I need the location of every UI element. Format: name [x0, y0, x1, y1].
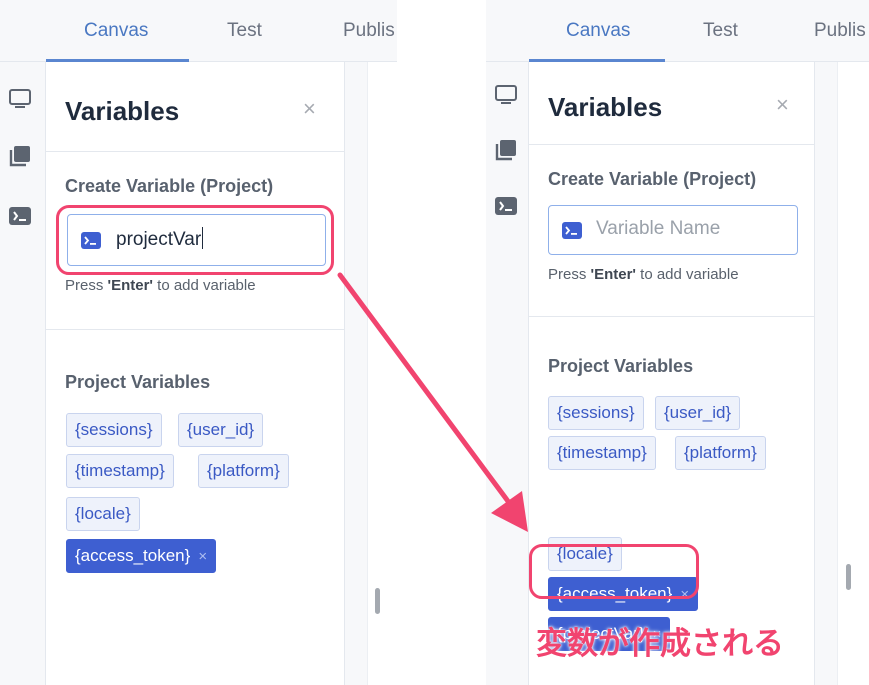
canvas-surface	[837, 62, 869, 685]
tab-canvas[interactable]: Canvas	[566, 0, 630, 62]
canvas-area	[815, 62, 869, 685]
create-variable-label: Create Variable (Project)	[548, 169, 757, 189]
divider	[529, 144, 814, 145]
input-highlight-outline	[56, 205, 334, 275]
variable-chip[interactable]: {sessions}	[66, 413, 162, 447]
new-variable-chip[interactable]: {access_token} ×	[66, 539, 217, 573]
monitor-icon[interactable]	[8, 87, 32, 111]
stack-icon[interactable]	[8, 144, 32, 168]
divider	[46, 151, 344, 152]
new-chip-highlight-outline	[529, 544, 699, 599]
enter-hint: Press 'Enter' to add variable	[548, 266, 739, 283]
create-variable-label: Create Variable (Project)	[65, 176, 274, 196]
monitor-icon[interactable]	[494, 83, 518, 107]
tab-test[interactable]: Test	[703, 0, 738, 62]
left-rail	[0, 62, 46, 685]
stack-icon[interactable]	[494, 138, 518, 162]
close-icon[interactable]: ×	[776, 94, 789, 116]
tab-publish[interactable]: Publis	[343, 0, 395, 62]
enter-hint: Press 'Enter' to add variable	[65, 277, 256, 294]
terminal-icon	[562, 222, 582, 239]
terminal-icon[interactable]	[8, 204, 32, 228]
variable-chip[interactable]: {platform}	[675, 436, 766, 470]
canvas-area	[345, 62, 397, 685]
divider	[529, 316, 814, 317]
tab-test[interactable]: Test	[227, 0, 262, 62]
variable-chip[interactable]: {sessions}	[548, 396, 644, 430]
tab-publish[interactable]: Publis	[814, 0, 866, 62]
sidebar-title: Variables	[548, 92, 663, 122]
variable-chip[interactable]: {timestamp}	[66, 454, 174, 488]
top-tabs: Canvas Test Publis	[486, 0, 869, 62]
divider	[46, 329, 344, 330]
project-variables-label: Project Variables	[65, 372, 211, 392]
remove-chip-icon[interactable]: ×	[198, 548, 207, 565]
variable-name-input[interactable]: Variable Name	[548, 205, 798, 255]
variable-chip[interactable]: {locale}	[66, 497, 140, 531]
scrollbar-thumb[interactable]	[375, 588, 380, 614]
annotation-caption: 変数が作成される	[536, 626, 784, 661]
variable-chip[interactable]: {timestamp}	[548, 436, 656, 470]
variable-chip[interactable]: {platform}	[198, 454, 289, 488]
input-placeholder: Variable Name	[596, 218, 721, 239]
top-tabs: Canvas Test Publis	[0, 0, 397, 62]
variable-chip[interactable]: {user_id}	[655, 396, 741, 430]
project-variables-label: Project Variables	[548, 356, 694, 376]
panel-before: Canvas Test Publis Variables × Create Va…	[0, 0, 397, 685]
variable-chip[interactable]: {user_id}	[178, 413, 264, 447]
comparison-screenshot: Canvas Test Publis Variables × Create Va…	[0, 0, 869, 685]
tab-canvas[interactable]: Canvas	[84, 0, 148, 62]
scrollbar-thumb[interactable]	[846, 564, 851, 590]
terminal-icon[interactable]	[494, 194, 518, 218]
sidebar-title: Variables	[65, 96, 180, 126]
variables-sidebar: Variables × Create Variable (Project) pr…	[46, 62, 345, 685]
canvas-surface	[367, 62, 397, 685]
left-rail	[486, 62, 529, 685]
close-icon[interactable]: ×	[303, 98, 316, 120]
